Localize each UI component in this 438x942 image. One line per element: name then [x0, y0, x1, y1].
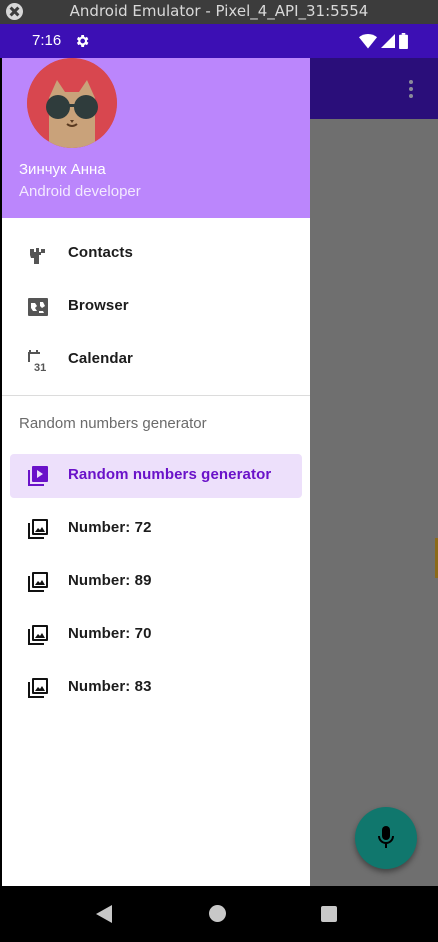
status-bar: 7:16 — [0, 24, 438, 58]
browser-icon — [28, 298, 48, 316]
photo-library-icon — [28, 678, 48, 698]
drawer-item-label: Browser — [68, 297, 129, 314]
drawer-item-label: Number: 70 — [68, 625, 152, 642]
drawer-item-number-4[interactable]: Number: 83 — [10, 666, 302, 710]
user-role: Android developer — [19, 183, 141, 200]
drawer-item-browser[interactable]: Browser — [10, 285, 302, 329]
emulator-title: Android Emulator - Pixel_4_API_31:5554 — [69, 2, 369, 20]
system-nav-bar — [0, 886, 438, 942]
drawer-item-contacts[interactable]: Contacts — [10, 232, 302, 276]
drawer-item-label: Calendar — [68, 350, 133, 367]
drawer-item-label: Number: 83 — [68, 678, 152, 695]
drawer-item-label: Random numbers generator — [68, 466, 272, 483]
photo-library-icon — [28, 572, 48, 592]
section-title: Random numbers generator — [19, 415, 207, 432]
back-icon[interactable] — [96, 905, 114, 923]
drawer-item-number-2[interactable]: Number: 89 — [10, 560, 302, 604]
signal-icon — [381, 34, 395, 48]
avatar — [27, 58, 117, 148]
window-left-edge — [0, 58, 2, 886]
drawer-header: Зинчук Анна Android developer — [2, 58, 310, 218]
status-time: 7:16 — [32, 32, 62, 49]
photo-library-icon — [28, 625, 48, 645]
home-icon[interactable] — [209, 905, 226, 922]
cat-avatar-icon — [27, 58, 117, 148]
settings-gear-icon — [76, 35, 89, 47]
overflow-menu-icon[interactable] — [408, 80, 414, 100]
calendar-icon: 31 — [28, 350, 46, 372]
microphone-icon — [378, 826, 394, 848]
slideshow-icon — [28, 466, 48, 486]
drawer-item-number-3[interactable]: Number: 70 — [10, 613, 302, 657]
drawer-item-number-1[interactable]: Number: 72 — [10, 507, 302, 551]
photo-library-icon — [28, 519, 48, 539]
drawer-item-label: Contacts — [68, 244, 133, 261]
recents-icon[interactable] — [321, 906, 337, 922]
battery-icon — [399, 33, 408, 49]
wifi-icon — [359, 34, 377, 49]
voice-fab-button[interactable] — [355, 807, 417, 869]
navigation-drawer: Зинчук Анна Android developer Contacts B… — [2, 58, 310, 886]
contacts-icon — [30, 248, 45, 264]
drawer-item-calendar[interactable]: 31 Calendar — [10, 338, 302, 382]
svg-text:31: 31 — [34, 362, 46, 372]
drawer-item-label: Number: 89 — [68, 572, 152, 589]
user-name: Зинчук Анна — [19, 161, 106, 178]
emulator-title-bar: Android Emulator - Pixel_4_API_31:5554 — [0, 0, 438, 24]
drawer-item-label: Number: 72 — [68, 519, 152, 536]
drawer-item-random-generator[interactable]: Random numbers generator — [10, 454, 302, 498]
drawer-divider — [2, 395, 310, 396]
